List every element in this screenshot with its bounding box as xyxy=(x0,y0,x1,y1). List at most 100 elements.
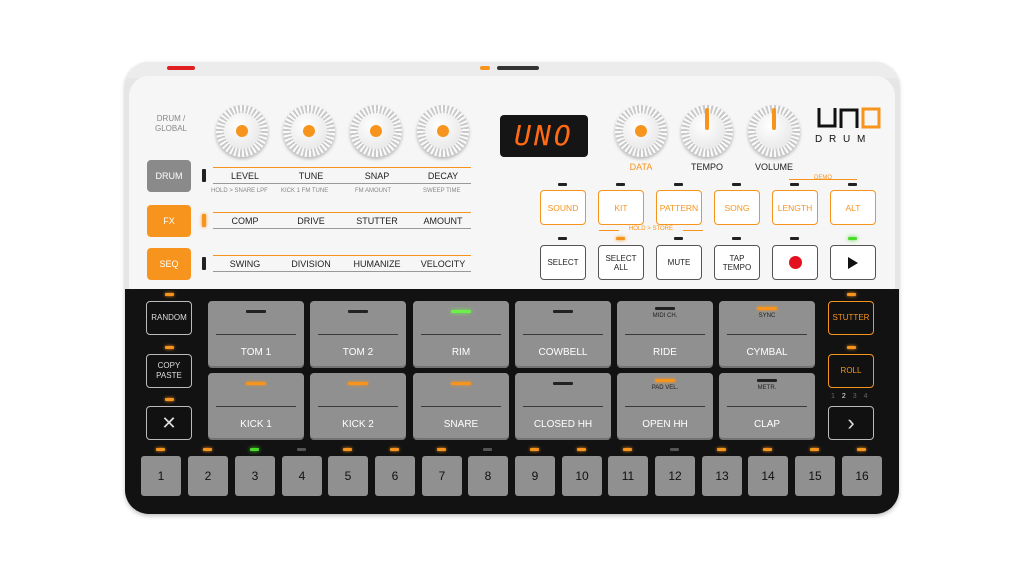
step-button-13[interactable]: 13 xyxy=(702,456,742,496)
drum-param-line-top xyxy=(213,167,471,168)
pad-snare[interactable]: SNARE xyxy=(413,373,509,440)
pad-rim[interactable]: RIM xyxy=(413,301,509,368)
select-led xyxy=(558,237,567,240)
drum-param-line-bottom xyxy=(213,183,471,184)
step-led-4 xyxy=(297,448,306,451)
pad-kick-1[interactable]: KICK 1 xyxy=(208,373,304,440)
roll-button[interactable]: ROLL xyxy=(828,354,874,388)
kit-button[interactable]: KIT xyxy=(598,190,644,225)
sound-led xyxy=(558,183,567,186)
step-button-16[interactable]: 16 xyxy=(842,456,882,496)
step-led-6 xyxy=(390,448,399,451)
select-all-button[interactable]: SELECT ALL xyxy=(598,245,644,280)
param-knob-4[interactable] xyxy=(417,105,469,157)
drum-param-tune: TUNE xyxy=(298,171,324,181)
mute-button[interactable]: MUTE xyxy=(656,245,702,280)
step-led-1 xyxy=(156,448,165,451)
pad-led xyxy=(348,382,368,385)
step-button-5[interactable]: 5 xyxy=(328,456,368,496)
drum-param-snap: SNAP xyxy=(364,171,390,181)
step-button-3[interactable]: 3 xyxy=(235,456,275,496)
drum-mode-button[interactable]: DRUM xyxy=(147,160,191,192)
step-button-7[interactable]: 7 xyxy=(422,456,462,496)
pad-kick-2[interactable]: KICK 2 xyxy=(310,373,406,440)
pad-clap[interactable]: METR. CLAP xyxy=(719,373,815,440)
pad-label: CYMBAL xyxy=(746,347,788,358)
length-led xyxy=(790,183,799,186)
step-button-15[interactable]: 15 xyxy=(795,456,835,496)
step-button-10[interactable]: 10 xyxy=(562,456,602,496)
drum-param-decay: DECAY xyxy=(427,171,459,181)
step-button-8[interactable]: 8 xyxy=(468,456,508,496)
pad-label: COWBELL xyxy=(538,347,588,358)
pad-label: SNARE xyxy=(443,419,479,430)
fx-param-comp: COMP xyxy=(231,216,259,226)
step-button-12[interactable]: 12 xyxy=(655,456,695,496)
logo-word: D R U M xyxy=(815,134,868,145)
pad-led xyxy=(757,307,777,310)
roll-led xyxy=(847,346,856,349)
drum-sub-4: SWEEP TIME xyxy=(423,188,461,194)
pad-open-hh[interactable]: PAD VEL. OPEN HH xyxy=(617,373,713,440)
tap-tempo-button[interactable]: TAP TEMPO xyxy=(714,245,760,280)
uno-logo xyxy=(817,106,881,130)
pad-cowbell[interactable]: COWBELL xyxy=(515,301,611,368)
step-led-7 xyxy=(437,448,446,451)
seq-mode-button[interactable]: SEQ xyxy=(147,248,191,280)
pad-tom-2[interactable]: TOM 2 xyxy=(310,301,406,368)
pad-label: OPEN HH xyxy=(642,419,688,430)
param-knob-1[interactable] xyxy=(216,105,268,157)
mute-led xyxy=(674,237,683,240)
pad-cymbal[interactable]: SYNC CYMBAL xyxy=(719,301,815,368)
step-button-11[interactable]: 11 xyxy=(608,456,648,496)
fx-param-amount: AMOUNT xyxy=(423,216,463,226)
song-led xyxy=(732,183,741,186)
sound-button[interactable]: SOUND xyxy=(540,190,586,225)
step-led-11 xyxy=(623,448,632,451)
seq-param-line-top xyxy=(213,255,471,256)
select-button[interactable]: SELECT xyxy=(540,245,586,280)
pad-led xyxy=(553,382,573,385)
play-button[interactable] xyxy=(830,245,876,280)
pad-tom-1[interactable]: TOM 1 xyxy=(208,301,304,368)
song-button[interactable]: SONG xyxy=(714,190,760,225)
step-button-9[interactable]: 9 xyxy=(515,456,555,496)
next-button[interactable]: › xyxy=(828,406,874,440)
length-button[interactable]: LENGTH xyxy=(772,190,818,225)
pad-led xyxy=(553,310,573,313)
pad-label: CLAP xyxy=(753,419,781,430)
seq-param-line-bottom xyxy=(213,271,471,272)
param-knob-2[interactable] xyxy=(283,105,335,157)
step-button-6[interactable]: 6 xyxy=(375,456,415,496)
volume-knob[interactable] xyxy=(748,105,800,157)
step-led-12 xyxy=(670,448,679,451)
select-all-led xyxy=(616,237,625,240)
roll-indicator: 1 2 3 4 xyxy=(831,393,873,400)
step-led-2 xyxy=(203,448,212,451)
pad-ride[interactable]: MIDI CH. RIDE xyxy=(617,301,713,368)
drum-param-level: LEVEL xyxy=(230,171,260,181)
pattern-button[interactable]: PATTERN xyxy=(656,190,702,225)
pad-led xyxy=(757,379,777,382)
pad-closed-hh[interactable]: CLOSED HH xyxy=(515,373,611,440)
stutter-button[interactable]: STUTTER xyxy=(828,301,874,335)
random-button[interactable]: RANDOM xyxy=(146,301,192,335)
param-knob-3[interactable] xyxy=(350,105,402,157)
tempo-knob[interactable] xyxy=(681,105,733,157)
step-button-2[interactable]: 2 xyxy=(188,456,228,496)
data-knob[interactable] xyxy=(615,105,667,157)
roll-indicator-4: 4 xyxy=(863,393,868,400)
copy-paste-button[interactable]: COPY PASTE xyxy=(146,354,192,388)
seq-param-division: DIVISION xyxy=(291,259,331,269)
alt-button[interactable]: ALT xyxy=(830,190,876,225)
pad-label: KICK 1 xyxy=(240,419,272,430)
record-button[interactable] xyxy=(772,245,818,280)
step-button-4[interactable]: 4 xyxy=(282,456,322,496)
clear-button[interactable]: ✕ xyxy=(146,406,192,440)
hold-store-label: HOLD > STORE xyxy=(619,226,683,232)
step-button-1[interactable]: 1 xyxy=(141,456,181,496)
pad-label: KICK 2 xyxy=(342,419,374,430)
pad-sublabel: METR. xyxy=(757,385,777,391)
fx-mode-button[interactable]: FX xyxy=(147,205,191,237)
step-button-14[interactable]: 14 xyxy=(748,456,788,496)
